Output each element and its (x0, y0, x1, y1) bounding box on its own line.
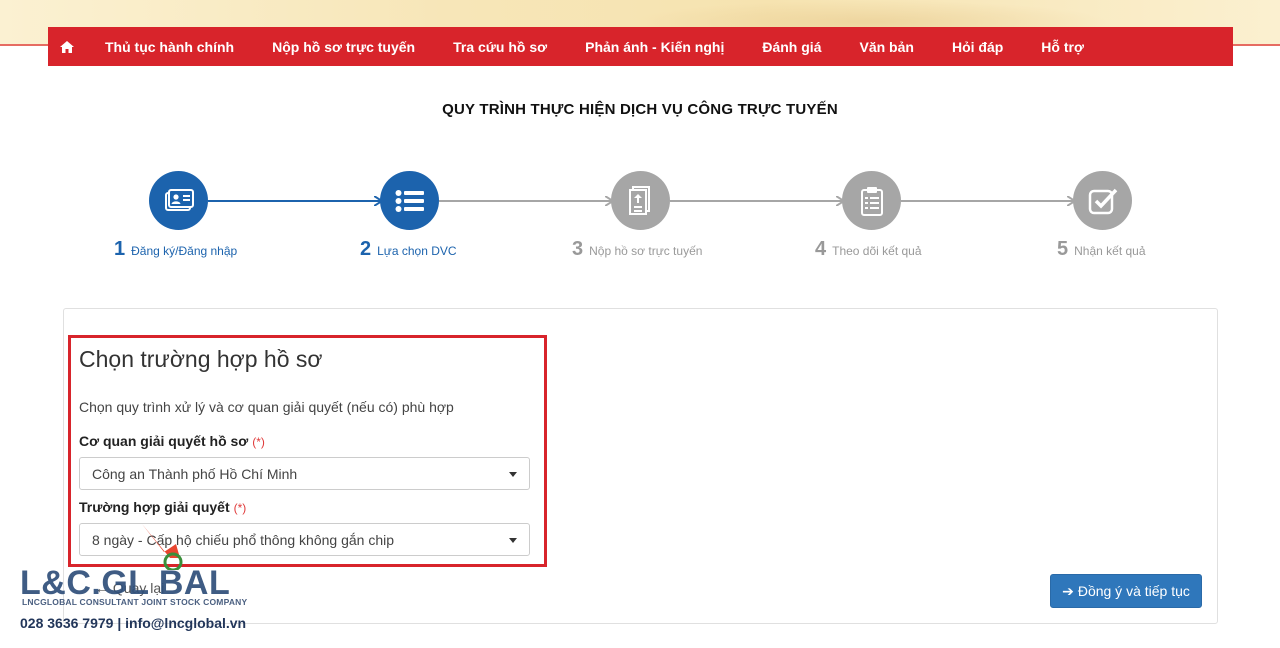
step-2-circle (380, 171, 439, 230)
nav-item-van-ban[interactable]: Văn bản (840, 27, 932, 66)
nav-item-nop-ho-so[interactable]: Nộp hồ sơ trực tuyến (253, 27, 434, 66)
nav-home-button[interactable] (48, 27, 86, 66)
step-4-label: 4 Theo dõi kết quả (815, 238, 922, 261)
id-card-icon (164, 188, 194, 211)
case-label-text: Trường hợp giải quyết (79, 499, 230, 515)
step-1-circle (149, 171, 208, 230)
step-3-text: Nộp hồ sơ trực tuyến (589, 244, 703, 258)
page-title: QUY TRÌNH THỰC HIỆN DỊCH VỤ CÔNG TRỰC TU… (442, 101, 838, 118)
agency-select[interactable]: Công an Thành phố Hồ Chí Minh (79, 457, 530, 490)
step-5-circle (1073, 171, 1132, 230)
step-3-circle (611, 171, 670, 230)
section-subtitle: Chọn quy trình xử lý và cơ quan giải quy… (79, 399, 454, 415)
agency-label: Cơ quan giải quyết hồ sơ (*) (79, 433, 265, 449)
nav-item-hoi-dap[interactable]: Hỏi đáp (933, 27, 1022, 66)
nav-item-danh-gia[interactable]: Đánh giá (743, 27, 840, 66)
section-title: Chọn trường hợp hồ sơ (79, 346, 323, 372)
check-square-icon (1088, 188, 1117, 214)
continue-button[interactable]: ➔ Đồng ý và tiếp tục (1050, 574, 1202, 608)
case-select-value: 8 ngày - Cấp hộ chiếu phổ thông không gắ… (92, 531, 395, 548)
caret-down-icon (509, 538, 517, 543)
step-1-text: Đăng ký/Đăng nhập (131, 244, 238, 258)
agency-select-value: Công an Thành phố Hồ Chí Minh (92, 465, 298, 482)
step-4-number: 4 (815, 238, 827, 260)
step-2-text: Lựa chọn DVC (377, 244, 457, 258)
home-icon (60, 40, 74, 53)
step-connector-2 (439, 200, 613, 202)
step-5-number: 5 (1057, 238, 1069, 260)
step-connector-1 (208, 200, 382, 202)
step-5-text: Nhận kết quả (1074, 244, 1146, 258)
logo-contact-text: 028 3636 7979 | info@lncglobal.vn (20, 615, 247, 631)
logo-company-text: LNCGLOBAL CONSULTANT JOINT STOCK COMPANY (22, 597, 248, 607)
nav-item-ho-tro[interactable]: Hỗ trợ (1022, 27, 1103, 66)
step-5-label: 5 Nhận kết quả (1057, 238, 1146, 261)
arrow-right-icon: ➔ (1062, 582, 1074, 599)
main-navbar: Thủ tục hành chính Nộp hồ sơ trực tuyến … (48, 27, 1233, 66)
step-4-text: Theo dõi kết quả (832, 244, 922, 258)
step-connector-4 (901, 200, 1075, 202)
agency-label-text: Cơ quan giải quyết hồ sơ (79, 433, 249, 449)
case-label: Trường hợp giải quyết (*) (79, 499, 246, 515)
process-stepper: 1 Đăng ký/Đăng nhập 2 Lựa chọn DVC 3 Nộp… (0, 168, 1280, 268)
step-connector-3 (670, 200, 844, 202)
step-1-number: 1 (114, 238, 126, 260)
bird-logo-icon (142, 524, 183, 570)
clipboard-list-icon (860, 186, 883, 216)
step-2-number: 2 (360, 238, 372, 260)
step-1-label: 1 Đăng ký/Đăng nhập (114, 238, 237, 261)
required-mark: (*) (233, 501, 247, 515)
nav-item-tra-cuu[interactable]: Tra cứu hồ sơ (434, 27, 566, 66)
caret-down-icon (509, 472, 517, 477)
watermark-logo: L&C.GL BAL LNCGLOBAL CONSULTANT JOINT ST… (20, 524, 260, 642)
step-2-label: 2 Lựa chọn DVC (360, 238, 457, 261)
list-icon (395, 189, 424, 212)
step-3-number: 3 (572, 238, 584, 260)
continue-button-label: Đồng ý và tiếp tục (1077, 583, 1190, 599)
step-4-circle (842, 171, 901, 230)
required-mark: (*) (252, 435, 265, 449)
nav-item-phan-anh[interactable]: Phản ánh - Kiến nghị (566, 27, 743, 66)
step-3-label: 3 Nộp hồ sơ trực tuyến (572, 238, 702, 261)
upload-document-icon (628, 185, 650, 215)
nav-item-thu-tuc[interactable]: Thủ tục hành chính (86, 27, 253, 66)
